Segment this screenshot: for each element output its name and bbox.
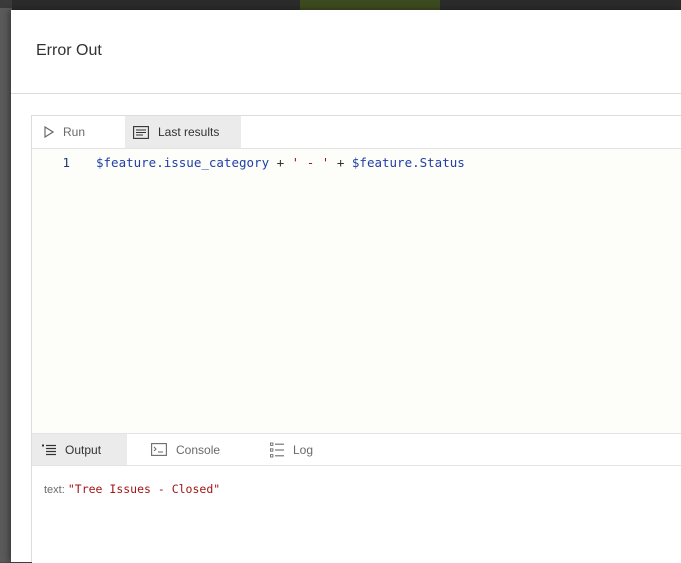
list-icon <box>42 444 56 456</box>
dialog-header: Error Out <box>11 10 681 94</box>
console-icon <box>151 443 167 456</box>
line-number: 1 <box>62 154 70 170</box>
output-type-label: text: <box>44 484 65 496</box>
tab-last-results[interactable]: Last results <box>125 116 241 148</box>
log-icon <box>270 442 284 458</box>
play-icon <box>44 126 54 138</box>
code-token-operator: + <box>329 154 352 170</box>
run-label: Run <box>63 125 86 139</box>
output-label: Output <box>65 442 102 457</box>
tab-log[interactable]: Log <box>270 434 350 465</box>
tab-output[interactable]: Output <box>32 434 127 465</box>
output-value: "Tree Issues - Closed" <box>67 482 221 496</box>
background-button <box>300 0 440 10</box>
code-editor[interactable]: 1 $feature.issue_category + ' - ' + $fea… <box>32 149 681 433</box>
code-token-field: $feature.Status <box>351 154 465 170</box>
code-line: 1 $feature.issue_category + ' - ' + $fea… <box>32 152 465 172</box>
dialog-title: Error Out <box>36 42 102 59</box>
output-content: text: "Tree Issues - Closed" <box>32 466 681 563</box>
last-results-label: Last results <box>158 125 220 139</box>
output-result: text: "Tree Issues - Closed" <box>44 482 220 496</box>
arcade-editor-dialog: Error Out Run Last results 1 $feature.is… <box>11 10 681 563</box>
editor-toolbar: Run Last results <box>32 116 681 149</box>
results-icon <box>133 125 149 139</box>
code-token-string: ' - ' <box>291 154 330 170</box>
run-button[interactable]: Run <box>32 116 125 148</box>
code-token-field: $feature.issue_category <box>96 154 270 170</box>
expression-editor: Run Last results 1 $feature.issue_catego <box>31 115 681 563</box>
output-tabs: Output Console Log <box>32 433 681 466</box>
background-edge <box>0 0 12 8</box>
code-token-operator: + <box>269 154 292 170</box>
tab-console[interactable]: Console <box>151 434 261 465</box>
console-label: Console <box>176 442 221 457</box>
log-label: Log <box>293 442 314 457</box>
